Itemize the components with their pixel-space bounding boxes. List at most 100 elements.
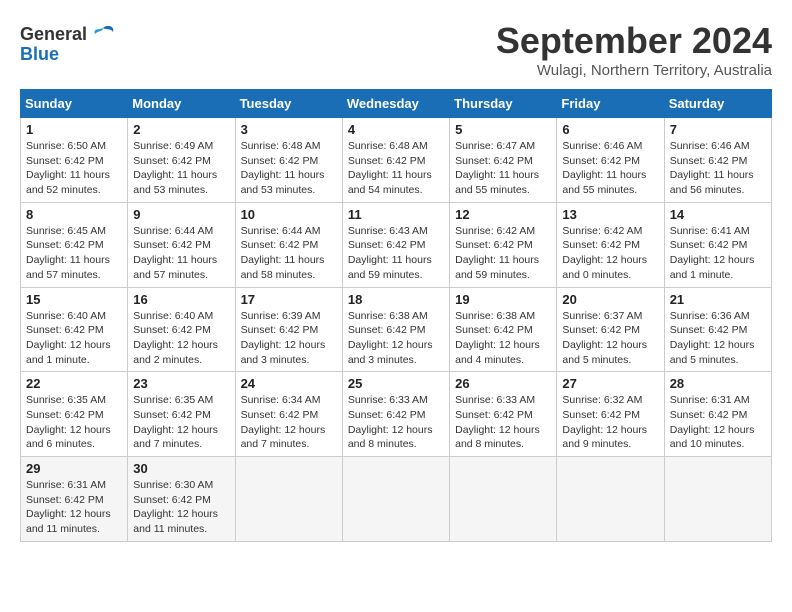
calendar-cell: 29 Sunrise: 6:31 AMSunset: 6:42 PMDaylig…	[21, 457, 128, 542]
calendar-cell: 6 Sunrise: 6:46 AMSunset: 6:42 PMDayligh…	[557, 118, 664, 203]
calendar-cell	[235, 457, 342, 542]
logo: General Blue	[20, 20, 117, 65]
cell-content: Sunrise: 6:45 AMSunset: 6:42 PMDaylight:…	[26, 225, 110, 281]
day-header-monday: Monday	[128, 90, 235, 118]
calendar-cell: 17 Sunrise: 6:39 AMSunset: 6:42 PMDaylig…	[235, 287, 342, 372]
day-number: 23	[133, 376, 229, 391]
calendar-cell: 3 Sunrise: 6:48 AMSunset: 6:42 PMDayligh…	[235, 118, 342, 203]
calendar-cell: 21 Sunrise: 6:36 AMSunset: 6:42 PMDaylig…	[664, 287, 771, 372]
calendar-cell: 12 Sunrise: 6:42 AMSunset: 6:42 PMDaylig…	[450, 202, 557, 287]
day-header-tuesday: Tuesday	[235, 90, 342, 118]
day-number: 24	[241, 376, 337, 391]
cell-content: Sunrise: 6:48 AMSunset: 6:42 PMDaylight:…	[241, 140, 325, 196]
day-number: 25	[348, 376, 444, 391]
day-number: 30	[133, 461, 229, 476]
day-number: 4	[348, 122, 444, 137]
calendar-cell: 10 Sunrise: 6:44 AMSunset: 6:42 PMDaylig…	[235, 202, 342, 287]
day-number: 19	[455, 292, 551, 307]
calendar-cell: 13 Sunrise: 6:42 AMSunset: 6:42 PMDaylig…	[557, 202, 664, 287]
cell-content: Sunrise: 6:42 AMSunset: 6:42 PMDaylight:…	[455, 225, 539, 281]
week-row-2: 8 Sunrise: 6:45 AMSunset: 6:42 PMDayligh…	[21, 202, 772, 287]
day-number: 29	[26, 461, 122, 476]
calendar-cell: 7 Sunrise: 6:46 AMSunset: 6:42 PMDayligh…	[664, 118, 771, 203]
day-number: 7	[670, 122, 766, 137]
calendar-cell: 20 Sunrise: 6:37 AMSunset: 6:42 PMDaylig…	[557, 287, 664, 372]
cell-content: Sunrise: 6:33 AMSunset: 6:42 PMDaylight:…	[348, 394, 433, 450]
day-number: 11	[348, 207, 444, 222]
calendar-cell: 2 Sunrise: 6:49 AMSunset: 6:42 PMDayligh…	[128, 118, 235, 203]
calendar-cell: 24 Sunrise: 6:34 AMSunset: 6:42 PMDaylig…	[235, 372, 342, 457]
cell-content: Sunrise: 6:42 AMSunset: 6:42 PMDaylight:…	[562, 225, 647, 281]
title-section: September 2024 Wulagi, Northern Territor…	[496, 20, 772, 79]
day-header-friday: Friday	[557, 90, 664, 118]
cell-content: Sunrise: 6:48 AMSunset: 6:42 PMDaylight:…	[348, 140, 432, 196]
day-header-sunday: Sunday	[21, 90, 128, 118]
cell-content: Sunrise: 6:34 AMSunset: 6:42 PMDaylight:…	[241, 394, 326, 450]
day-number: 15	[26, 292, 122, 307]
logo-blue-text: Blue	[20, 44, 59, 65]
calendar-cell: 15 Sunrise: 6:40 AMSunset: 6:42 PMDaylig…	[21, 287, 128, 372]
logo-bird-icon	[89, 20, 117, 48]
calendar-cell: 8 Sunrise: 6:45 AMSunset: 6:42 PMDayligh…	[21, 202, 128, 287]
day-number: 8	[26, 207, 122, 222]
calendar-cell: 16 Sunrise: 6:40 AMSunset: 6:42 PMDaylig…	[128, 287, 235, 372]
cell-content: Sunrise: 6:43 AMSunset: 6:42 PMDaylight:…	[348, 225, 432, 281]
month-title: September 2024	[496, 20, 772, 62]
cell-content: Sunrise: 6:35 AMSunset: 6:42 PMDaylight:…	[133, 394, 218, 450]
cell-content: Sunrise: 6:46 AMSunset: 6:42 PMDaylight:…	[670, 140, 754, 196]
calendar-cell: 18 Sunrise: 6:38 AMSunset: 6:42 PMDaylig…	[342, 287, 449, 372]
day-number: 5	[455, 122, 551, 137]
day-number: 26	[455, 376, 551, 391]
day-header-wednesday: Wednesday	[342, 90, 449, 118]
calendar-cell: 27 Sunrise: 6:32 AMSunset: 6:42 PMDaylig…	[557, 372, 664, 457]
cell-content: Sunrise: 6:44 AMSunset: 6:42 PMDaylight:…	[133, 225, 217, 281]
cell-content: Sunrise: 6:40 AMSunset: 6:42 PMDaylight:…	[26, 310, 111, 366]
day-number: 14	[670, 207, 766, 222]
calendar-cell: 1 Sunrise: 6:50 AMSunset: 6:42 PMDayligh…	[21, 118, 128, 203]
cell-content: Sunrise: 6:35 AMSunset: 6:42 PMDaylight:…	[26, 394, 111, 450]
day-header-thursday: Thursday	[450, 90, 557, 118]
day-number: 21	[670, 292, 766, 307]
cell-content: Sunrise: 6:41 AMSunset: 6:42 PMDaylight:…	[670, 225, 755, 281]
calendar-cell: 25 Sunrise: 6:33 AMSunset: 6:42 PMDaylig…	[342, 372, 449, 457]
day-number: 6	[562, 122, 658, 137]
calendar-cell: 9 Sunrise: 6:44 AMSunset: 6:42 PMDayligh…	[128, 202, 235, 287]
calendar-cell: 4 Sunrise: 6:48 AMSunset: 6:42 PMDayligh…	[342, 118, 449, 203]
calendar-cell: 26 Sunrise: 6:33 AMSunset: 6:42 PMDaylig…	[450, 372, 557, 457]
calendar-cell: 11 Sunrise: 6:43 AMSunset: 6:42 PMDaylig…	[342, 202, 449, 287]
day-number: 17	[241, 292, 337, 307]
cell-content: Sunrise: 6:38 AMSunset: 6:42 PMDaylight:…	[455, 310, 540, 366]
day-number: 18	[348, 292, 444, 307]
day-number: 3	[241, 122, 337, 137]
cell-content: Sunrise: 6:30 AMSunset: 6:42 PMDaylight:…	[133, 479, 218, 535]
week-row-1: 1 Sunrise: 6:50 AMSunset: 6:42 PMDayligh…	[21, 118, 772, 203]
calendar-cell: 30 Sunrise: 6:30 AMSunset: 6:42 PMDaylig…	[128, 457, 235, 542]
calendar-cell: 23 Sunrise: 6:35 AMSunset: 6:42 PMDaylig…	[128, 372, 235, 457]
day-number: 10	[241, 207, 337, 222]
day-number: 9	[133, 207, 229, 222]
cell-content: Sunrise: 6:49 AMSunset: 6:42 PMDaylight:…	[133, 140, 217, 196]
day-number: 28	[670, 376, 766, 391]
cell-content: Sunrise: 6:36 AMSunset: 6:42 PMDaylight:…	[670, 310, 755, 366]
day-number: 27	[562, 376, 658, 391]
day-number: 22	[26, 376, 122, 391]
day-number: 13	[562, 207, 658, 222]
cell-content: Sunrise: 6:44 AMSunset: 6:42 PMDaylight:…	[241, 225, 325, 281]
day-number: 2	[133, 122, 229, 137]
cell-content: Sunrise: 6:47 AMSunset: 6:42 PMDaylight:…	[455, 140, 539, 196]
day-number: 12	[455, 207, 551, 222]
calendar-table: SundayMondayTuesdayWednesdayThursdayFrid…	[20, 89, 772, 542]
calendar-cell: 19 Sunrise: 6:38 AMSunset: 6:42 PMDaylig…	[450, 287, 557, 372]
cell-content: Sunrise: 6:31 AMSunset: 6:42 PMDaylight:…	[670, 394, 755, 450]
logo-general-text: General	[20, 24, 87, 45]
calendar-cell: 22 Sunrise: 6:35 AMSunset: 6:42 PMDaylig…	[21, 372, 128, 457]
calendar-cell: 14 Sunrise: 6:41 AMSunset: 6:42 PMDaylig…	[664, 202, 771, 287]
week-row-3: 15 Sunrise: 6:40 AMSunset: 6:42 PMDaylig…	[21, 287, 772, 372]
cell-content: Sunrise: 6:39 AMSunset: 6:42 PMDaylight:…	[241, 310, 326, 366]
day-number: 16	[133, 292, 229, 307]
cell-content: Sunrise: 6:46 AMSunset: 6:42 PMDaylight:…	[562, 140, 646, 196]
cell-content: Sunrise: 6:33 AMSunset: 6:42 PMDaylight:…	[455, 394, 540, 450]
calendar-cell	[450, 457, 557, 542]
location-subtitle: Wulagi, Northern Territory, Australia	[496, 62, 772, 79]
calendar-cell	[664, 457, 771, 542]
